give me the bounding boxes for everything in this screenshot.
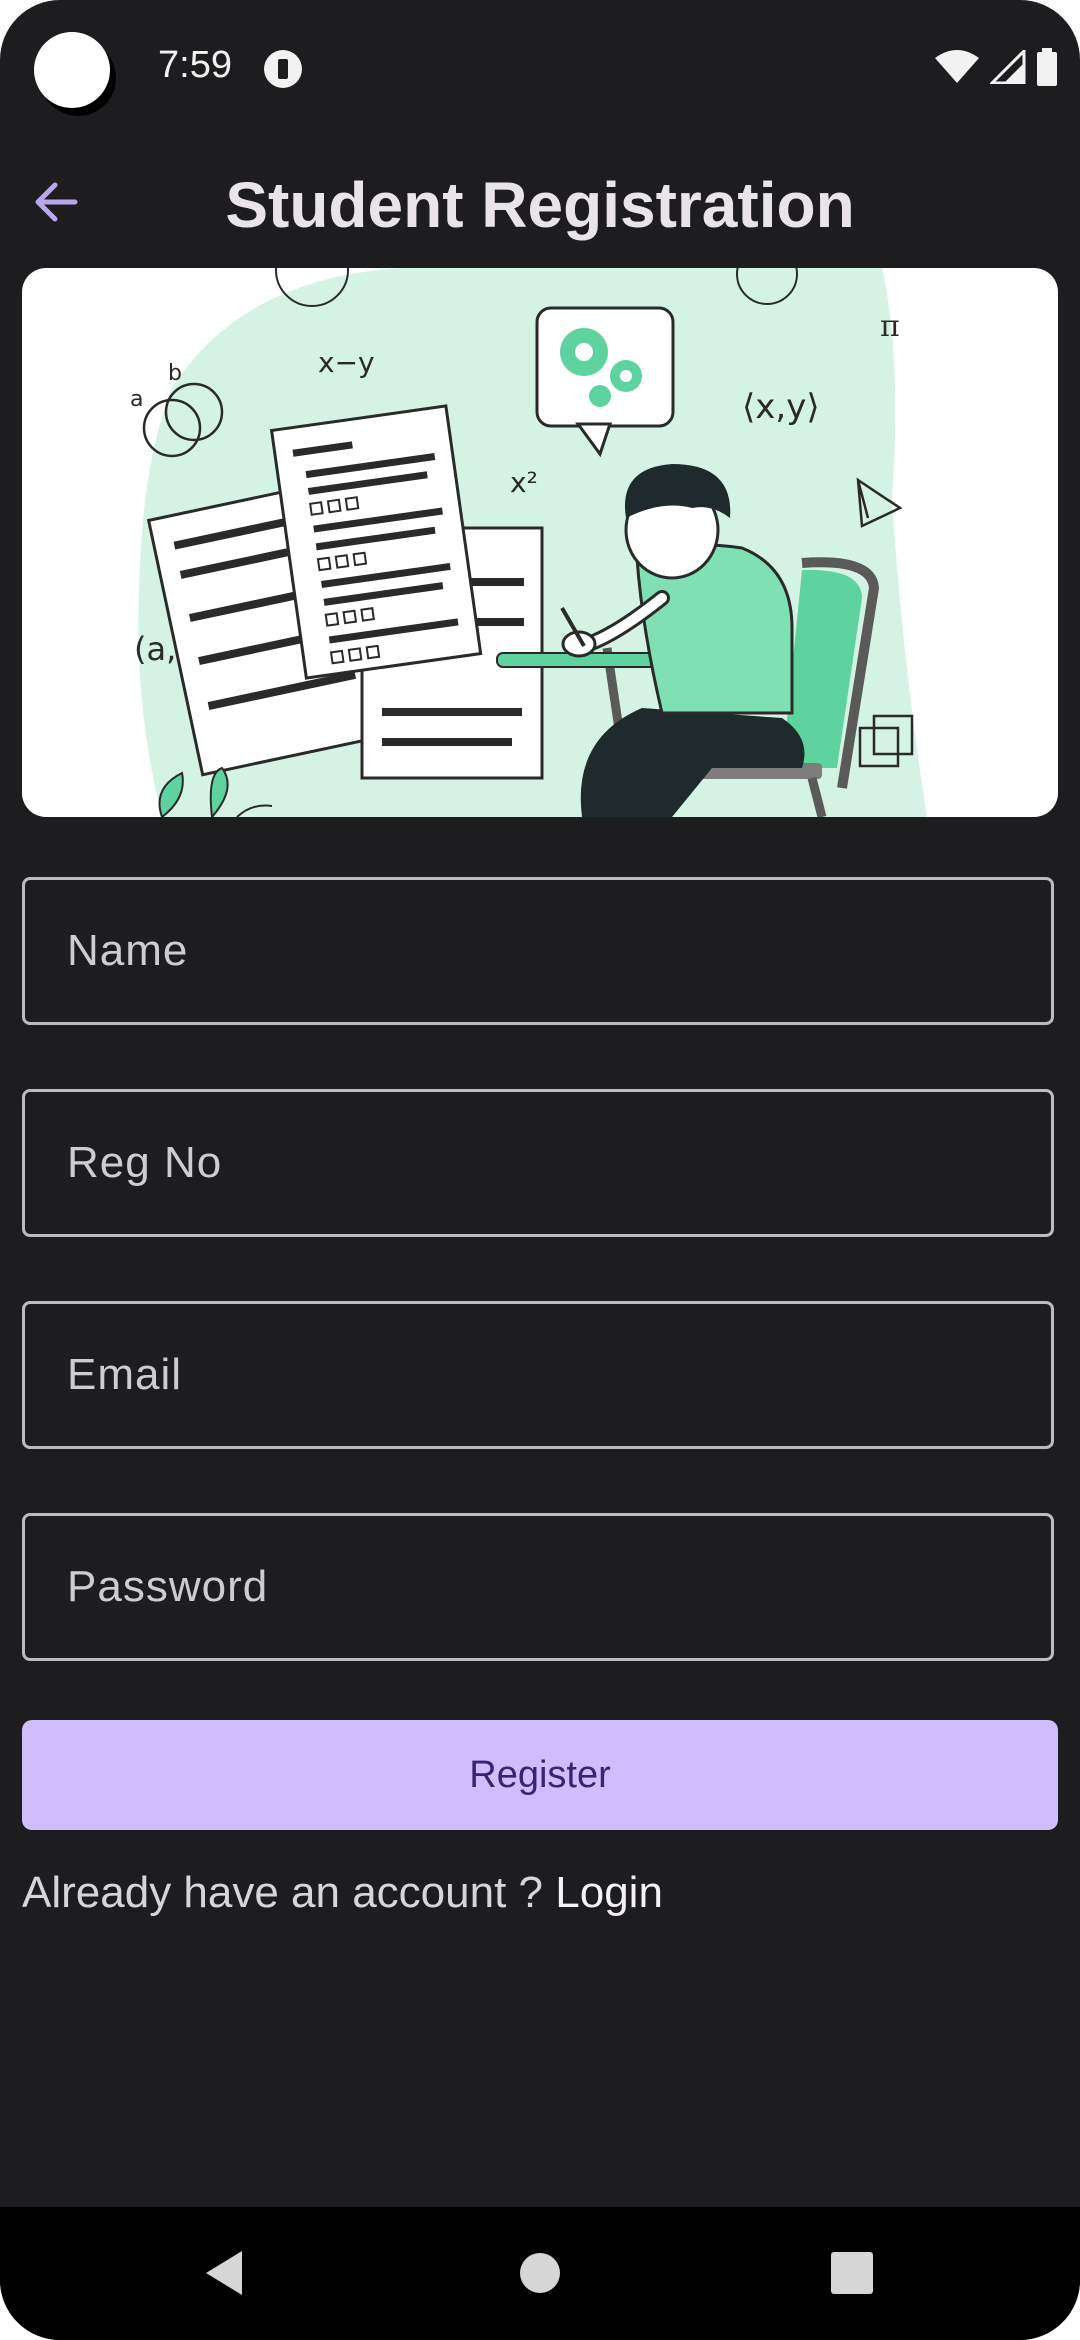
nav-back-icon[interactable] — [196, 2243, 256, 2303]
login-prompt-text: Already have an account ? — [22, 1868, 544, 1917]
email-input[interactable] — [25, 1304, 1051, 1446]
wifi-icon — [935, 50, 980, 83]
svg-text:x²: x² — [510, 466, 538, 499]
app-bar: Student Registration — [0, 150, 1080, 260]
login-prompt-row: Already have an account ? Login — [22, 1868, 663, 1918]
notification-icon — [264, 50, 302, 88]
nav-home-icon[interactable] — [510, 2243, 570, 2303]
reg-no-field[interactable] — [22, 1089, 1054, 1237]
battery-icon — [1037, 48, 1057, 86]
signal-icon — [989, 50, 1026, 84]
registration-illustration: a b x−y x² ⟨x,y⟩ π (a,b) — [22, 268, 1058, 817]
student-exam-illustration: a b x−y x² ⟨x,y⟩ π (a,b) — [130, 268, 927, 817]
camera-cutout — [34, 32, 110, 108]
system-navigation-bar — [0, 2207, 1080, 2340]
svg-text:b: b — [168, 361, 182, 386]
app-screen: 7:59 Student Registration a b x−y x² ⟨x,… — [0, 0, 1080, 2340]
status-bar: 7:59 — [0, 0, 1080, 135]
register-button[interactable]: Register — [22, 1720, 1058, 1830]
email-field[interactable] — [22, 1301, 1054, 1449]
reg-no-input[interactable] — [25, 1092, 1051, 1234]
name-field[interactable] — [22, 877, 1054, 1025]
status-time: 7:59 — [158, 44, 232, 86]
password-field[interactable] — [22, 1513, 1054, 1661]
status-icons — [929, 48, 1058, 88]
svg-text:⟨x,y⟩: ⟨x,y⟩ — [742, 387, 820, 427]
nav-recents-icon[interactable] — [822, 2243, 882, 2303]
login-link[interactable]: Login — [555, 1868, 663, 1917]
svg-text:x−y: x−y — [318, 346, 375, 379]
page-title: Student Registration — [225, 169, 855, 241]
svg-text:π: π — [880, 309, 900, 344]
name-input[interactable] — [25, 880, 1051, 1022]
password-input[interactable] — [25, 1516, 1051, 1658]
svg-text:a: a — [130, 387, 143, 412]
